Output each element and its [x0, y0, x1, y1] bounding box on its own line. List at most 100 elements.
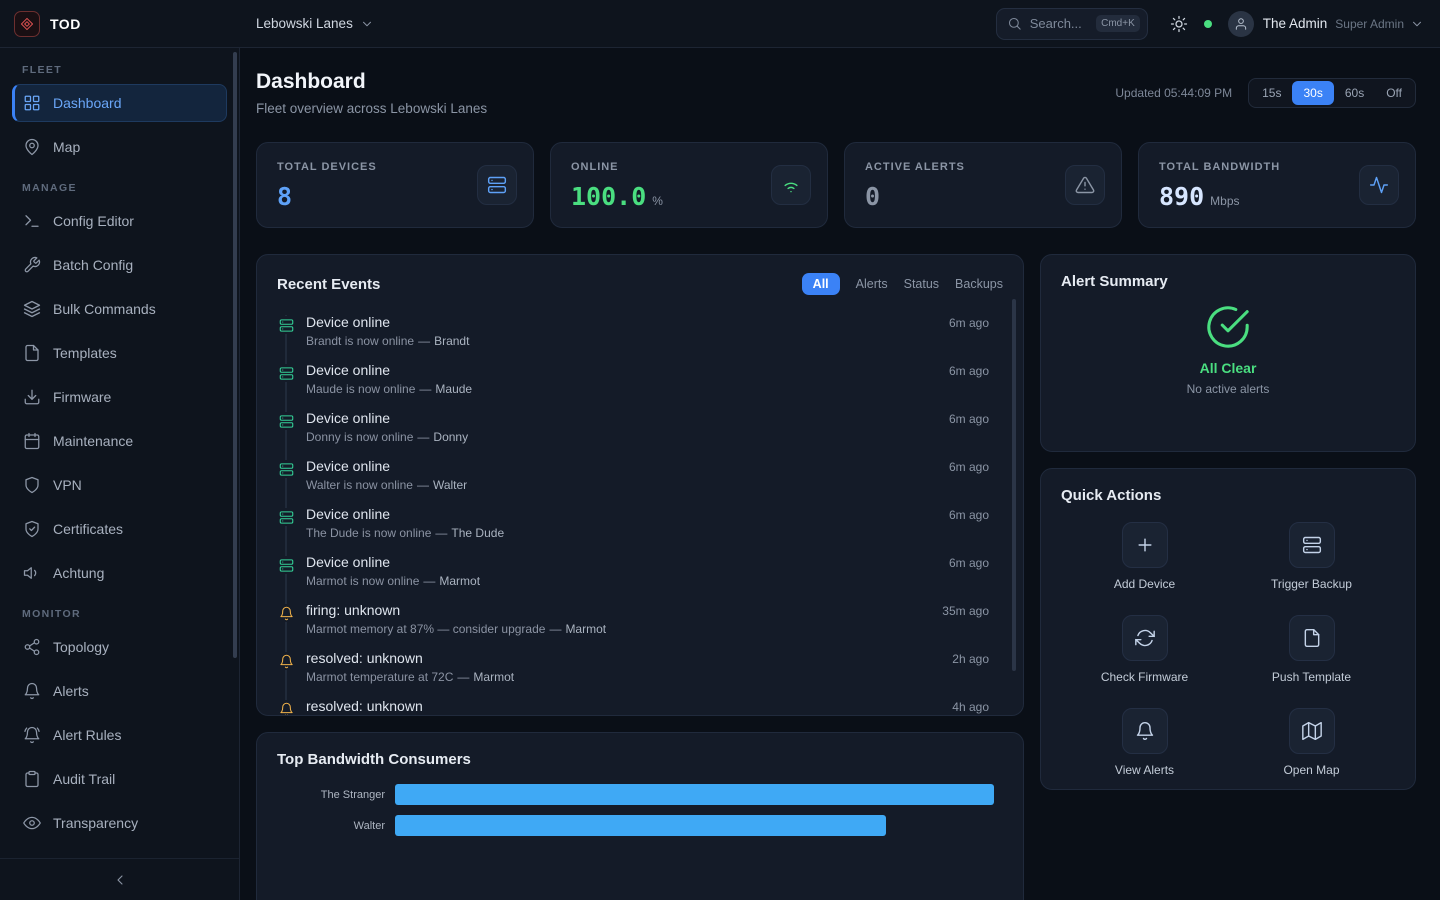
stat-card-total-bandwidth: TOTAL BANDWIDTH 890 Mbps	[1138, 142, 1416, 228]
server-icon	[477, 165, 517, 205]
chevron-left-icon	[112, 872, 128, 888]
event-row: Device online The Dude is now online—The…	[277, 499, 1003, 547]
sidebar-item-topology[interactable]: Topology	[12, 628, 227, 666]
filter-alerts[interactable]: Alerts	[856, 277, 888, 291]
main-content: Dashboard Fleet overview across Lebowski…	[240, 48, 1440, 900]
search-shortcut-badge: Cmd+K	[1096, 15, 1140, 32]
event-time: 4h ago	[952, 700, 989, 714]
add-device-button[interactable]: Add Device	[1061, 522, 1228, 591]
event-detail: Donny is now online—Donny	[306, 430, 937, 444]
theme-toggle-button[interactable]	[1170, 15, 1188, 33]
events-scrollbar[interactable]	[1012, 299, 1016, 671]
event-title: Device online	[306, 410, 937, 426]
event-title: Device online	[306, 506, 937, 522]
sidebar-item-label: Dashboard	[53, 95, 122, 111]
bandwidth-title: Top Bandwidth Consumers	[277, 751, 471, 768]
brand[interactable]: TOD	[0, 11, 240, 37]
refresh-option-30s[interactable]: 30s	[1292, 81, 1333, 105]
sidebar-collapse-button[interactable]	[0, 858, 239, 900]
stat-value: 890	[1159, 182, 1204, 211]
search-input[interactable]: Search... Cmd+K	[996, 8, 1148, 40]
sidebar-item-audit-trail[interactable]: Audit Trail	[12, 760, 227, 798]
stat-card-active-alerts: ACTIVE ALERTS 0	[844, 142, 1122, 228]
alert-summary-subtext: No active alerts	[1187, 382, 1270, 396]
event-detail: Marmot is now online—Marmot	[306, 574, 937, 588]
logo-icon	[14, 11, 40, 37]
refresh-option-15s[interactable]: 15s	[1251, 81, 1292, 105]
open-map-button[interactable]: Open Map	[1228, 708, 1395, 777]
event-title: Device online	[306, 458, 937, 474]
view-alerts-button[interactable]: View Alerts	[1061, 708, 1228, 777]
event-row: Device online Maude is now online—Maude …	[277, 355, 1003, 403]
sidebar-item-label: Batch Config	[53, 257, 133, 273]
quick-actions-card: Quick Actions Add Device Trigger Backup	[1040, 468, 1416, 790]
event-row: resolved: unknown 4h ago	[277, 691, 1003, 716]
stat-cards: TOTAL DEVICES 8 ONLINE 100.0 % ACTIVE AL…	[256, 142, 1416, 228]
refresh-icon	[1122, 615, 1168, 661]
plus-icon	[1122, 522, 1168, 568]
event-detail: Marmot temperature at 72C—Marmot	[306, 670, 940, 684]
sidebar-item-label: VPN	[53, 477, 82, 493]
sidebar-item-transparency[interactable]: Transparency	[12, 804, 227, 842]
refresh-interval-group: 15s 30s 60s Off	[1248, 78, 1416, 108]
clipboard-icon	[23, 770, 41, 788]
avatar[interactable]	[1228, 11, 1254, 37]
event-detail: Walter is now online—Walter	[306, 478, 937, 492]
check-firmware-button[interactable]: Check Firmware	[1061, 615, 1228, 684]
chevron-down-icon[interactable]	[1410, 17, 1424, 31]
event-row: firing: unknown Marmot memory at 87% — c…	[277, 595, 1003, 643]
sidebar-item-maintenance[interactable]: Maintenance	[12, 422, 227, 460]
sidebar-item-achtung[interactable]: Achtung	[12, 554, 227, 592]
event-title: firing: unknown	[306, 602, 930, 618]
org-selector[interactable]: Lebowski Lanes	[256, 16, 374, 31]
filter-status[interactable]: Status	[904, 277, 939, 291]
stat-value: 8	[277, 182, 292, 211]
filter-backups[interactable]: Backups	[955, 277, 1003, 291]
sidebar-item-dashboard[interactable]: Dashboard	[12, 84, 227, 122]
bandwidth-device-label: The Stranger	[277, 789, 395, 801]
bell-icon	[277, 700, 295, 716]
sidebar-item-label: Alerts	[53, 683, 89, 699]
sidebar-item-alerts[interactable]: Alerts	[12, 672, 227, 710]
alert-triangle-icon	[1065, 165, 1105, 205]
user-icon	[1234, 17, 1248, 31]
stat-unit: %	[652, 194, 663, 208]
refresh-option-60s[interactable]: 60s	[1334, 81, 1375, 105]
refresh-option-off[interactable]: Off	[1375, 81, 1413, 105]
file-icon	[23, 344, 41, 362]
event-row: Device online Walter is now online—Walte…	[277, 451, 1003, 499]
sidebar-scrollbar[interactable]	[233, 52, 237, 658]
sun-icon	[1170, 15, 1188, 33]
filter-all[interactable]: All	[802, 273, 840, 295]
event-time: 6m ago	[949, 316, 989, 330]
sidebar-item-templates[interactable]: Templates	[12, 334, 227, 372]
bandwidth-row: The Stranger	[277, 784, 1003, 805]
shield-icon	[23, 476, 41, 494]
sidebar-item-bulk-commands[interactable]: Bulk Commands	[12, 290, 227, 328]
sidebar-item-firmware[interactable]: Firmware	[12, 378, 227, 416]
push-template-button[interactable]: Push Template	[1228, 615, 1395, 684]
grid-icon	[23, 94, 41, 112]
bandwidth-chart: The Stranger Walter	[277, 784, 1003, 836]
stat-card-online: ONLINE 100.0 %	[550, 142, 828, 228]
bell-ring-icon	[23, 726, 41, 744]
event-detail: Marmot memory at 87% — consider upgrade—…	[306, 622, 930, 636]
sidebar-item-label: Templates	[53, 345, 117, 361]
recent-events-title: Recent Events	[277, 276, 380, 293]
event-row: Device online Brandt is now online—Brand…	[277, 307, 1003, 355]
sidebar-item-batch-config[interactable]: Batch Config	[12, 246, 227, 284]
sidebar-item-alert-rules[interactable]: Alert Rules	[12, 716, 227, 754]
sidebar-item-label: Config Editor	[53, 213, 134, 229]
stat-value: 0	[865, 182, 880, 211]
sidebar-item-vpn[interactable]: VPN	[12, 466, 227, 504]
activity-icon	[1359, 165, 1399, 205]
trigger-backup-button[interactable]: Trigger Backup	[1228, 522, 1395, 591]
sidebar-item-certificates[interactable]: Certificates	[12, 510, 227, 548]
event-time: 6m ago	[949, 364, 989, 378]
download-icon	[23, 388, 41, 406]
sidebar-item-label: Topology	[53, 639, 109, 655]
event-time: 6m ago	[949, 508, 989, 522]
file-icon	[1289, 615, 1335, 661]
sidebar-item-config-editor[interactable]: Config Editor	[12, 202, 227, 240]
sidebar-item-map[interactable]: Map	[12, 128, 227, 166]
